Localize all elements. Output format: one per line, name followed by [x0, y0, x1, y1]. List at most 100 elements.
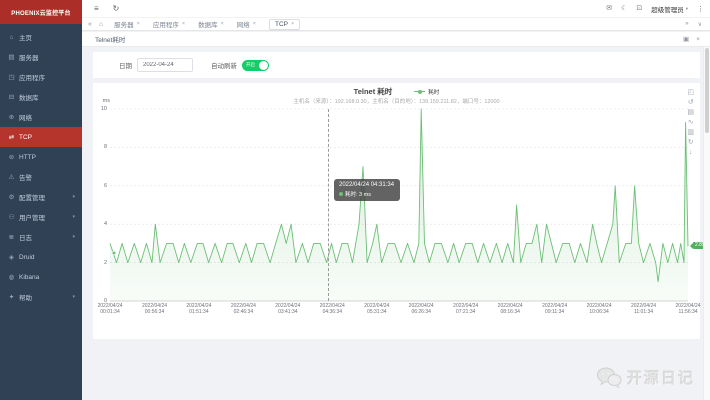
tab-network[interactable]: 网络× — [237, 19, 256, 29]
window-restore-icon[interactable]: ▣ — [683, 35, 689, 43]
sidebar-item-label: Kibana — [19, 274, 39, 281]
x-axis-label: 2022/04/2400:01:34 — [97, 303, 122, 316]
sidebar-item-home[interactable]: ⌂主页 — [0, 27, 82, 47]
collapse-tabs-icon[interactable]: « — [88, 21, 92, 28]
more-menu-icon[interactable]: ⋮ — [697, 5, 704, 13]
refresh-icon[interactable]: ↻ — [113, 5, 120, 13]
sidebar-item-http[interactable]: ⊚HTTP — [0, 147, 82, 167]
sidebar-item-logs[interactable]: ≣日志▾ — [0, 227, 82, 247]
chart-toolbox: ◰ ↺ ▤ ∿ ▥ ↻ ↓ — [687, 89, 694, 156]
tab-close-icon[interactable]: × — [182, 21, 185, 27]
sidebar-item-tcp[interactable]: ⇄TCP — [0, 127, 82, 147]
zoom-icon[interactable]: ◰ — [687, 89, 694, 96]
sidebar-item-label: 用户管理 — [19, 212, 45, 222]
sidebar-item-database[interactable]: ⊟数据库 — [0, 87, 82, 107]
sidebar-item-help[interactable]: ✦帮助▾ — [0, 287, 82, 307]
sidebar-item-label: 帮助 — [19, 292, 32, 302]
auto-refresh-toggle[interactable]: 开启 — [242, 60, 269, 71]
x-axis-label: 2022/04/2407:21:34 — [453, 303, 478, 316]
tab-server[interactable]: 服务器× — [114, 19, 140, 29]
x-axis-label-time: 08:16:34 — [498, 309, 523, 315]
tab-close-icon[interactable]: × — [137, 21, 140, 27]
x-axis-label: 2022/04/2402:46:34 — [231, 303, 256, 316]
sidebar-item-alarm[interactable]: ⚠告警 — [0, 167, 82, 187]
home-tab-icon[interactable]: ⌂ — [99, 21, 103, 28]
x-axis-label: 2022/04/2410:06:34 — [587, 303, 612, 316]
theme-icon[interactable]: ☾ — [621, 5, 627, 12]
tab-label: 应用程序 — [153, 19, 179, 29]
sidebar-item-user-management[interactable]: ⚇用户管理▾ — [0, 207, 82, 227]
chevron-down-icon: ▾ — [72, 214, 75, 220]
app-window: PHOENIX云监控平台 ⌂主页▤服务器◳应用程序⊟数据库⊕网络⇄TCP⊚HTT… — [0, 0, 710, 400]
sidebar-item-label: 应用程序 — [19, 72, 45, 82]
x-axis-label-time: 10:06:34 — [587, 309, 612, 315]
axis-pointer-line — [328, 109, 329, 301]
x-axis-label: 2022/04/2411:56:34 — [675, 303, 700, 316]
panel-title-actions: ▣ × — [683, 35, 700, 43]
tab-database[interactable]: 数据库× — [198, 19, 224, 29]
bar-chart-icon[interactable]: ▥ — [687, 129, 694, 136]
message-icon[interactable]: ✉ — [606, 5, 612, 12]
sidebar-item-config-management[interactable]: ⚙配置管理▾ — [0, 187, 82, 207]
chevron-down-icon: ▾ — [72, 294, 75, 300]
download-icon[interactable]: ↓ — [687, 149, 694, 156]
x-axis-label-time: 09:11:34 — [542, 309, 567, 315]
user-menu[interactable]: 超级管理员 ▾ — [651, 4, 688, 14]
sidebar-item-label: Druid — [19, 254, 35, 261]
watermark-text: 开源日记 — [627, 367, 695, 388]
app-logo: PHOENIX云监控平台 — [0, 0, 82, 24]
navbar-tools: ✉ ☾ ⊡ — [606, 5, 642, 12]
scrollbar-thumb[interactable] — [705, 48, 709, 133]
x-axis-label-time: 07:21:34 — [453, 309, 478, 315]
tab-close-icon[interactable]: × — [221, 21, 224, 27]
tab-bar: « ⌂ 服务器×应用程序×数据库×网络×TCP× » ∨ — [82, 17, 710, 31]
scrollbar-track[interactable] — [703, 47, 710, 400]
legend-item[interactable]: 耗时 — [414, 88, 439, 96]
restore-icon[interactable]: ↻ — [687, 139, 694, 146]
x-axis-label-time: 03:41:34 — [275, 309, 300, 315]
tab-tcp[interactable]: TCP× — [269, 19, 300, 30]
chart-plot-area[interactable]: ms 2022/04/24 04:31:34 耗时: 3 ms 2.85 — [110, 109, 688, 301]
tabs-more-icon[interactable]: » — [685, 21, 688, 27]
sidebar-item-label: HTTP — [19, 154, 36, 161]
tab-label: TCP — [275, 21, 288, 28]
y-axis-tick: 10 — [93, 106, 107, 112]
chart-header: Telnet 耗时 耗时 — [93, 86, 700, 97]
data-view-icon[interactable]: ▤ — [687, 109, 694, 116]
top-navbar: ≡ ↻ ✉ ☾ ⊡ 超级管理员 ▾ ⋮ — [82, 0, 710, 17]
tabs-dropdown-icon[interactable]: ∨ — [698, 21, 702, 28]
filter-card: 日期 自动刷新 开启 — [93, 52, 700, 78]
fullscreen-icon[interactable]: ⊡ — [636, 5, 642, 12]
http-icon: ⊚ — [7, 153, 16, 161]
wechat-icon — [596, 367, 622, 388]
y-axis-tick: 0 — [93, 298, 107, 304]
chevron-down-icon: ▾ — [72, 194, 75, 200]
tab-close-icon[interactable]: × — [253, 21, 256, 27]
line-chart-icon[interactable]: ∿ — [687, 119, 694, 126]
x-axis-label: 2022/04/2406:26:34 — [409, 303, 434, 316]
legend-label: 耗时 — [428, 88, 439, 96]
sidebar-item-druid[interactable]: ◈Druid — [0, 247, 82, 267]
close-icon[interactable]: × — [696, 36, 700, 43]
x-axis-label-time: 00:56:34 — [142, 309, 167, 315]
sidebar-item-server[interactable]: ▤服务器 — [0, 47, 82, 67]
user-name: 超级管理员 — [651, 4, 684, 14]
tabbar-right: » ∨ — [685, 21, 702, 28]
sidebar-item-kibana[interactable]: ◍Kibana — [0, 267, 82, 287]
x-axis-label: 2022/04/2409:11:34 — [542, 303, 567, 316]
x-axis-label-time: 11:01:34 — [631, 309, 656, 315]
tab-close-icon[interactable]: × — [291, 21, 294, 27]
sidebar-item-network[interactable]: ⊕网络 — [0, 107, 82, 127]
sidebar-item-label: TCP — [19, 134, 32, 141]
x-axis-label: 2022/04/2400:56:34 — [142, 303, 167, 316]
hamburger-icon[interactable]: ≡ — [94, 5, 99, 13]
y-axis-tick: 2 — [93, 260, 107, 266]
x-axis-label-time: 00:01:34 — [97, 309, 122, 315]
date-input[interactable] — [137, 58, 193, 72]
kibana-icon: ◍ — [7, 273, 16, 281]
zoom-reset-icon[interactable]: ↺ — [687, 99, 694, 106]
sidebar-item-label: 数据库 — [19, 92, 39, 102]
tab-application[interactable]: 应用程序× — [153, 19, 185, 29]
sidebar-item-application[interactable]: ◳应用程序 — [0, 67, 82, 87]
x-axis-label: 2022/04/2404:36:34 — [320, 303, 345, 316]
